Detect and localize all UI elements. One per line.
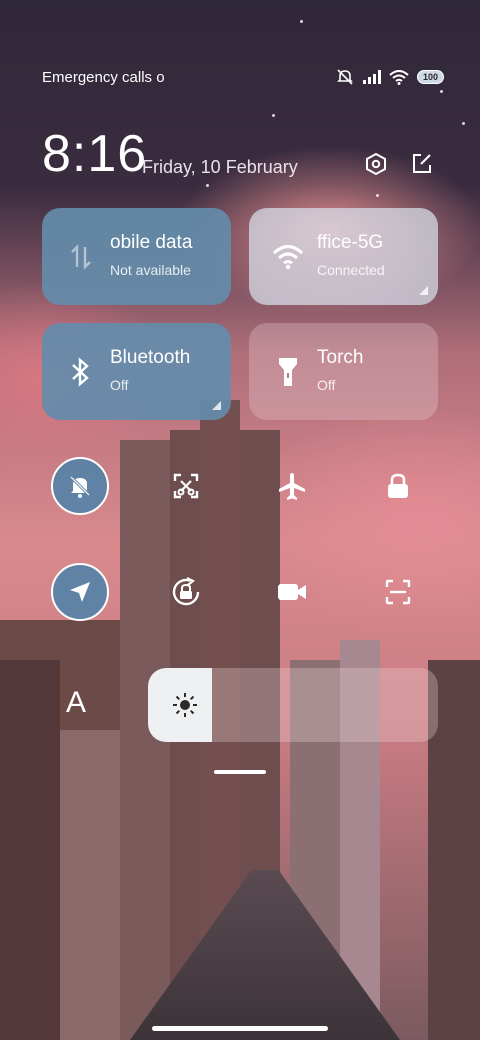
torch-status: Off bbox=[317, 377, 336, 393]
mobile-data-title: obile data bbox=[110, 232, 193, 253]
location-icon bbox=[70, 582, 90, 602]
brightness-icon bbox=[173, 693, 197, 717]
lock-screen-icon bbox=[388, 473, 408, 498]
airplane-mode-icon bbox=[279, 473, 305, 500]
scanner-icon bbox=[385, 579, 411, 605]
panel-drag-handle[interactable] bbox=[214, 770, 266, 774]
bluetooth-title: Bluetooth bbox=[110, 347, 191, 368]
wifi-tile[interactable]: ffice-5G Connected bbox=[249, 208, 438, 305]
torch-tile[interactable]: Torch Off bbox=[249, 323, 438, 420]
screen-record-icon bbox=[278, 584, 306, 600]
expand-corner-icon[interactable] bbox=[212, 401, 221, 410]
carrier-text: Emergency calls o bbox=[42, 68, 165, 86]
star bbox=[376, 194, 379, 197]
silent-mode-icon bbox=[69, 475, 91, 498]
torch-title: Torch bbox=[317, 347, 364, 368]
scanner-toggle[interactable] bbox=[369, 563, 427, 621]
edit-icon bbox=[413, 154, 431, 173]
signal-icon bbox=[362, 70, 381, 84]
mute-icon bbox=[337, 69, 353, 85]
date: Friday, 10 February bbox=[142, 157, 298, 177]
star bbox=[440, 90, 443, 93]
settings-icon bbox=[366, 152, 386, 176]
star bbox=[272, 114, 275, 117]
star bbox=[462, 122, 465, 125]
expand-corner-icon[interactable] bbox=[419, 286, 428, 295]
screenshot-icon bbox=[173, 473, 199, 499]
wifi-icon bbox=[389, 69, 409, 85]
brightness-slider[interactable] bbox=[148, 668, 438, 742]
building bbox=[0, 660, 60, 1040]
wifi-network-name: ffice-5G bbox=[317, 232, 384, 253]
star bbox=[206, 184, 209, 187]
mobile-data-tile[interactable]: obile data Not available bbox=[42, 208, 231, 305]
location-toggle[interactable] bbox=[51, 563, 109, 621]
bluetooth-status: Off bbox=[110, 377, 129, 393]
wifi-tile-icon bbox=[271, 240, 305, 274]
mobile-data-icon bbox=[64, 240, 98, 274]
wifi-status: Connected bbox=[317, 262, 385, 278]
star bbox=[300, 20, 303, 23]
torch-icon bbox=[271, 355, 305, 389]
screen-record-toggle[interactable] bbox=[263, 563, 321, 621]
header: 8:16 Friday, 10 February bbox=[42, 124, 440, 184]
airplane-mode-toggle[interactable] bbox=[263, 457, 321, 515]
silent-mode-toggle[interactable] bbox=[51, 457, 109, 515]
status-bar: Emergency calls o 100 bbox=[42, 66, 444, 88]
mobile-data-status: Not available bbox=[110, 262, 191, 278]
battery-icon: 100 bbox=[416, 70, 444, 84]
rotation-lock-toggle[interactable] bbox=[157, 563, 215, 621]
bluetooth-icon bbox=[64, 355, 98, 389]
screenshot-toggle[interactable] bbox=[157, 457, 215, 515]
font-size-button[interactable]: A bbox=[66, 686, 86, 720]
edit-button[interactable] bbox=[408, 150, 436, 178]
lock-screen-toggle[interactable] bbox=[369, 457, 427, 515]
clock: 8:16 bbox=[42, 125, 148, 183]
bluetooth-tile[interactable]: Bluetooth Off bbox=[42, 323, 231, 420]
rotation-lock-icon bbox=[172, 577, 200, 606]
home-indicator[interactable] bbox=[152, 1026, 328, 1031]
status-icons: 100 bbox=[335, 68, 444, 86]
settings-button[interactable] bbox=[362, 150, 390, 178]
